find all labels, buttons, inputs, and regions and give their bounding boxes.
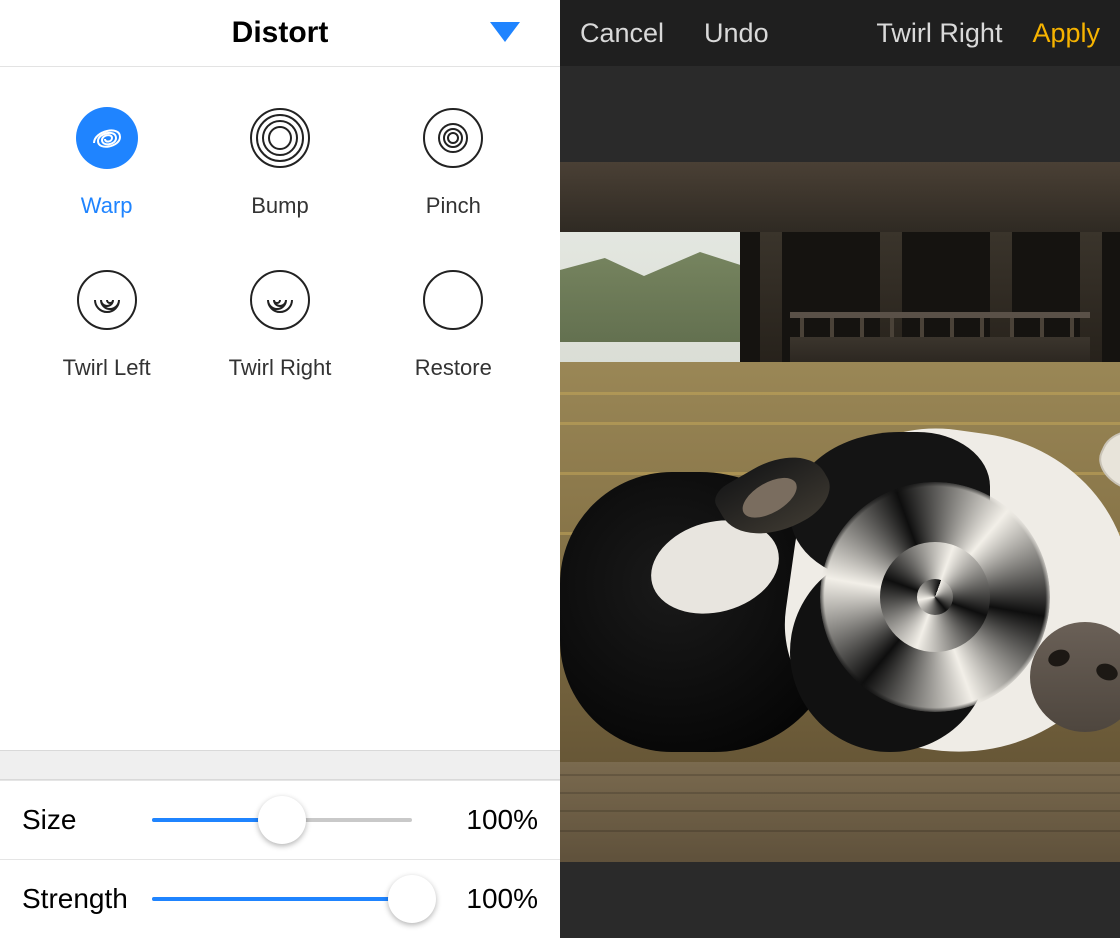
strength-value: 100% [448,883,538,915]
pinch-icon [422,107,484,169]
restore-icon [422,269,484,331]
tool-restore[interactable]: Restore [367,269,540,381]
tool-label: Twirl Left [63,355,151,381]
preview-panel: Cancel Undo Twirl Right Apply [560,0,1120,938]
apply-button[interactable]: Apply [1032,18,1100,49]
size-value: 100% [448,804,538,836]
strength-slider[interactable] [152,879,432,919]
sliders-header-strip [0,751,560,780]
tool-twirl-left[interactable]: Twirl Left [20,269,193,381]
tool-grid: Warp Bump [0,67,560,381]
image-canvas[interactable] [560,66,1120,938]
warp-icon [76,107,138,169]
dropdown-icon[interactable] [490,22,520,49]
current-mode-label: Twirl Right [876,18,1002,49]
tool-label: Bump [251,193,308,219]
cancel-button[interactable]: Cancel [580,18,664,49]
goat-photo [560,162,1120,862]
twirl-right-icon [249,269,311,331]
twirl-effect-overlay [820,482,1050,712]
distort-panel: Distort Warp [0,0,560,938]
undo-button[interactable]: Undo [704,18,769,49]
size-label: Size [22,804,152,836]
sliders-panel: Size 100% Strength 100% [0,750,560,938]
size-slider-row: Size 100% [0,780,560,859]
tool-pinch[interactable]: Pinch [367,107,540,219]
strength-label: Strength [22,883,152,915]
preview-toolbar: Cancel Undo Twirl Right Apply [560,0,1120,66]
tool-bump[interactable]: Bump [193,107,366,219]
strength-slider-row: Strength 100% [0,859,560,938]
tool-label: Pinch [426,193,481,219]
tool-label: Warp [81,193,133,219]
panel-header: Distort [0,0,560,67]
tool-warp[interactable]: Warp [20,107,193,219]
panel-title: Distort [232,16,329,50]
twirl-left-icon [76,269,138,331]
bump-icon [249,107,311,169]
size-slider[interactable] [152,800,432,840]
tool-twirl-right[interactable]: Twirl Right [193,269,366,381]
tool-label: Twirl Right [229,355,332,381]
tool-label: Restore [415,355,492,381]
